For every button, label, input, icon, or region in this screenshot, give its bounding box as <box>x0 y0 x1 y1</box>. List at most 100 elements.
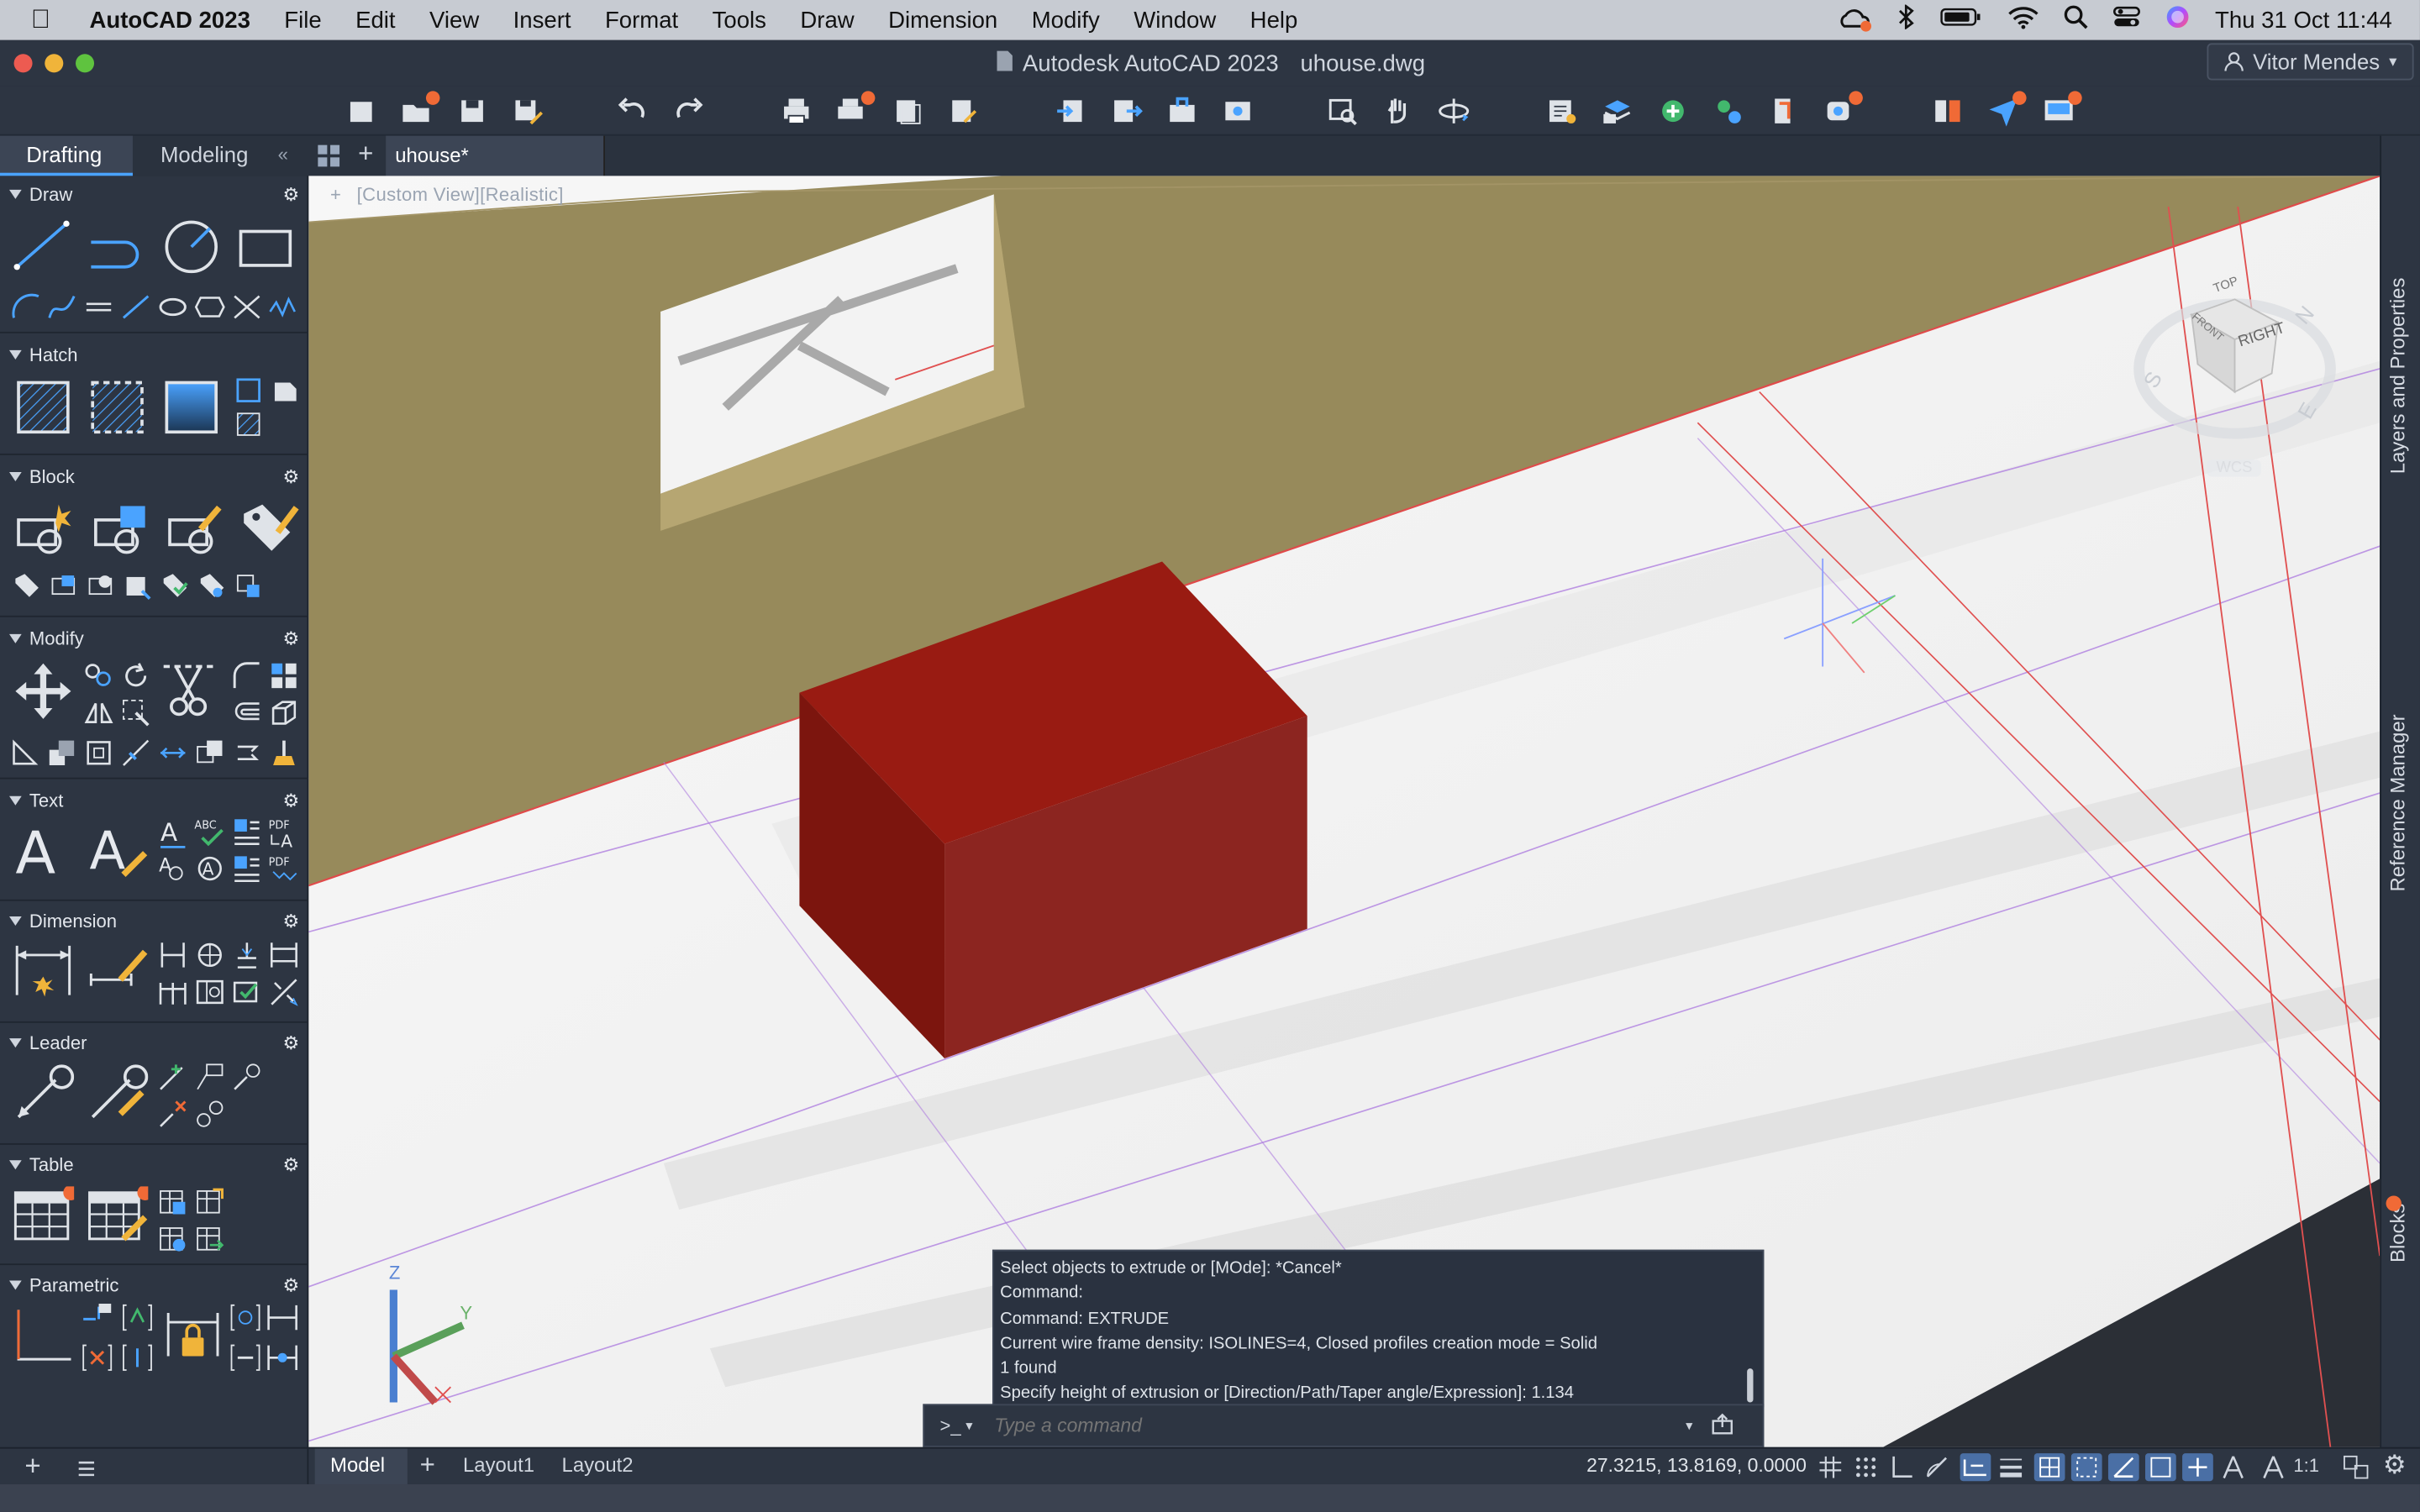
autodesk-docs-icon[interactable] <box>2040 91 2082 129</box>
bluetooth-icon[interactable] <box>1897 3 1916 36</box>
dynamic-constraint-icon[interactable] <box>266 1341 299 1374</box>
polyline-tool-icon[interactable] <box>87 219 148 271</box>
block-editor-icon[interactable] <box>124 572 151 600</box>
attribute-extract-icon[interactable] <box>197 572 225 600</box>
dim-inspect-icon[interactable] <box>232 977 263 1008</box>
section-draw-header[interactable]: Draw ⚙ <box>0 179 308 210</box>
dim-baseline-icon[interactable] <box>269 940 300 971</box>
menu-insert[interactable]: Insert <box>513 7 571 33</box>
creative-cloud-icon[interactable] <box>1839 8 1872 32</box>
scale-text-icon[interactable]: A <box>194 853 225 885</box>
chevron-down-icon[interactable]: ▾ <box>965 1417 972 1434</box>
layout2-tab[interactable]: Layout2 <box>562 1453 634 1477</box>
chamfer-tool-icon[interactable] <box>194 738 225 769</box>
battery-icon[interactable] <box>1940 6 1983 34</box>
user-account-button[interactable]: Vitor Mendes ▾ <box>2206 43 2414 81</box>
leader-link-icon[interactable] <box>194 1099 225 1130</box>
dynamic-ucs-icon[interactable] <box>2107 1453 2139 1482</box>
gear-icon[interactable]: ⚙ <box>283 1274 300 1296</box>
show-constraints-icon[interactable] <box>229 1300 262 1334</box>
edit-block-icon[interactable] <box>164 501 225 557</box>
text-style-icon[interactable]: A <box>157 816 188 850</box>
block-palette-icon[interactable] <box>234 572 262 600</box>
menu-tools[interactable]: Tools <box>713 7 766 33</box>
viewcube[interactable]: TOP FRONT RIGHT N S E WCS <box>2130 238 2346 485</box>
settings-gear-icon[interactable]: ⚙ <box>2383 1450 2407 1481</box>
menu-view[interactable]: View <box>429 7 479 33</box>
menu-window[interactable]: Window <box>1134 7 1216 33</box>
geometric-constraint-icon[interactable] <box>13 1304 74 1365</box>
move-tool-icon[interactable] <box>13 660 74 722</box>
synchronize-attributes-icon[interactable] <box>87 572 114 600</box>
section-leader-header[interactable]: Leader ⚙ <box>0 1027 308 1058</box>
dim-update-icon[interactable] <box>269 977 300 1008</box>
delete-constraints-icon[interactable] <box>81 1341 114 1374</box>
collapse-palette-icon[interactable]: « <box>278 144 288 165</box>
viewport-menu-plus[interactable]: + <box>330 184 341 206</box>
siri-icon[interactable] <box>2165 5 2190 36</box>
new-tab-plus-icon[interactable]: + <box>358 139 373 170</box>
single-line-text-icon[interactable]: A <box>87 819 148 881</box>
export-table-icon[interactable] <box>194 1224 225 1255</box>
attribute-display-icon[interactable] <box>160 572 188 600</box>
add-layout-plus-icon[interactable]: + <box>420 1450 435 1481</box>
text-align-icon[interactable] <box>232 816 263 848</box>
multiline-text-icon[interactable]: A <box>15 819 55 887</box>
ellipse-tool-icon[interactable] <box>157 293 188 321</box>
gear-icon[interactable]: ⚙ <box>283 628 300 650</box>
array-tool-icon[interactable] <box>269 660 300 691</box>
define-attribute-icon[interactable] <box>13 572 40 600</box>
fillet-tool-icon[interactable] <box>232 660 263 691</box>
publish-icon[interactable] <box>889 92 926 129</box>
multileader-icon[interactable] <box>13 1062 75 1123</box>
extrude-3d-icon[interactable] <box>269 697 300 728</box>
control-center-icon[interactable] <box>2113 5 2141 36</box>
section-text-header[interactable]: Text ⚙ <box>0 785 308 816</box>
transparency-icon[interactable] <box>2033 1453 2065 1482</box>
clock[interactable]: Thu 31 Oct 11:44 <box>2215 7 2392 33</box>
apple-icon[interactable]:  <box>31 5 62 36</box>
dim-tolerance-icon[interactable] <box>194 977 225 1008</box>
save-icon[interactable] <box>454 92 491 129</box>
table-tool-icon[interactable] <box>13 1186 75 1245</box>
plot-icon[interactable] <box>778 92 815 129</box>
minimize-window-button[interactable] <box>45 54 64 73</box>
undo-icon[interactable] <box>614 92 651 129</box>
start-tab-icon[interactable] <box>317 144 341 176</box>
orbit-icon[interactable] <box>1435 92 1472 129</box>
auto-constrain-icon[interactable] <box>120 1341 154 1374</box>
import-icon[interactable] <box>1053 92 1090 129</box>
align-tool-icon[interactable] <box>232 738 263 769</box>
create-block-icon[interactable] <box>90 501 151 557</box>
mirror-tool-icon[interactable] <box>83 697 114 728</box>
rotate-tool-icon[interactable] <box>120 660 151 691</box>
spell-check-icon[interactable]: ABC <box>194 816 228 850</box>
collect-leaders-icon[interactable] <box>232 1062 263 1093</box>
app-menu[interactable]: AutoCAD 2023 <box>90 7 250 33</box>
add-leader-icon[interactable] <box>157 1062 188 1093</box>
multileader-style-icon[interactable] <box>87 1062 149 1123</box>
layout1-tab[interactable]: Layout1 <box>463 1453 534 1477</box>
design-center-icon[interactable] <box>1655 92 1691 129</box>
stretch-tool-icon[interactable] <box>120 697 151 728</box>
wcs-menu[interactable]: WCS <box>2207 459 2262 477</box>
edit-attributes-icon[interactable] <box>238 501 299 557</box>
share-send-icon[interactable] <box>1985 91 2027 129</box>
ray-tool-icon[interactable] <box>120 293 151 321</box>
selection-cycling-icon[interactable] <box>2070 1453 2102 1482</box>
gradient-tool-icon[interactable] <box>164 380 219 435</box>
data-extraction-icon[interactable] <box>157 1186 188 1217</box>
save-as-icon[interactable] <box>509 92 546 129</box>
dim-continue-icon[interactable] <box>157 977 188 1008</box>
offset-tool-icon[interactable] <box>232 697 263 728</box>
annotation-scale[interactable]: 1:1 <box>2293 1455 2319 1477</box>
close-window-button[interactable] <box>13 54 33 73</box>
boundary-tool-icon[interactable] <box>234 376 262 404</box>
menu-format[interactable]: Format <box>605 7 678 33</box>
workspace-switch-icon[interactable] <box>2343 1455 2370 1488</box>
share-drawing-icon[interactable] <box>1219 92 1256 129</box>
menu-draw[interactable]: Draw <box>800 7 854 33</box>
zoom-window-button[interactable] <box>75 54 95 73</box>
hatch-boundary-icon[interactable] <box>90 380 145 435</box>
update-fields-icon[interactable] <box>157 1224 188 1255</box>
